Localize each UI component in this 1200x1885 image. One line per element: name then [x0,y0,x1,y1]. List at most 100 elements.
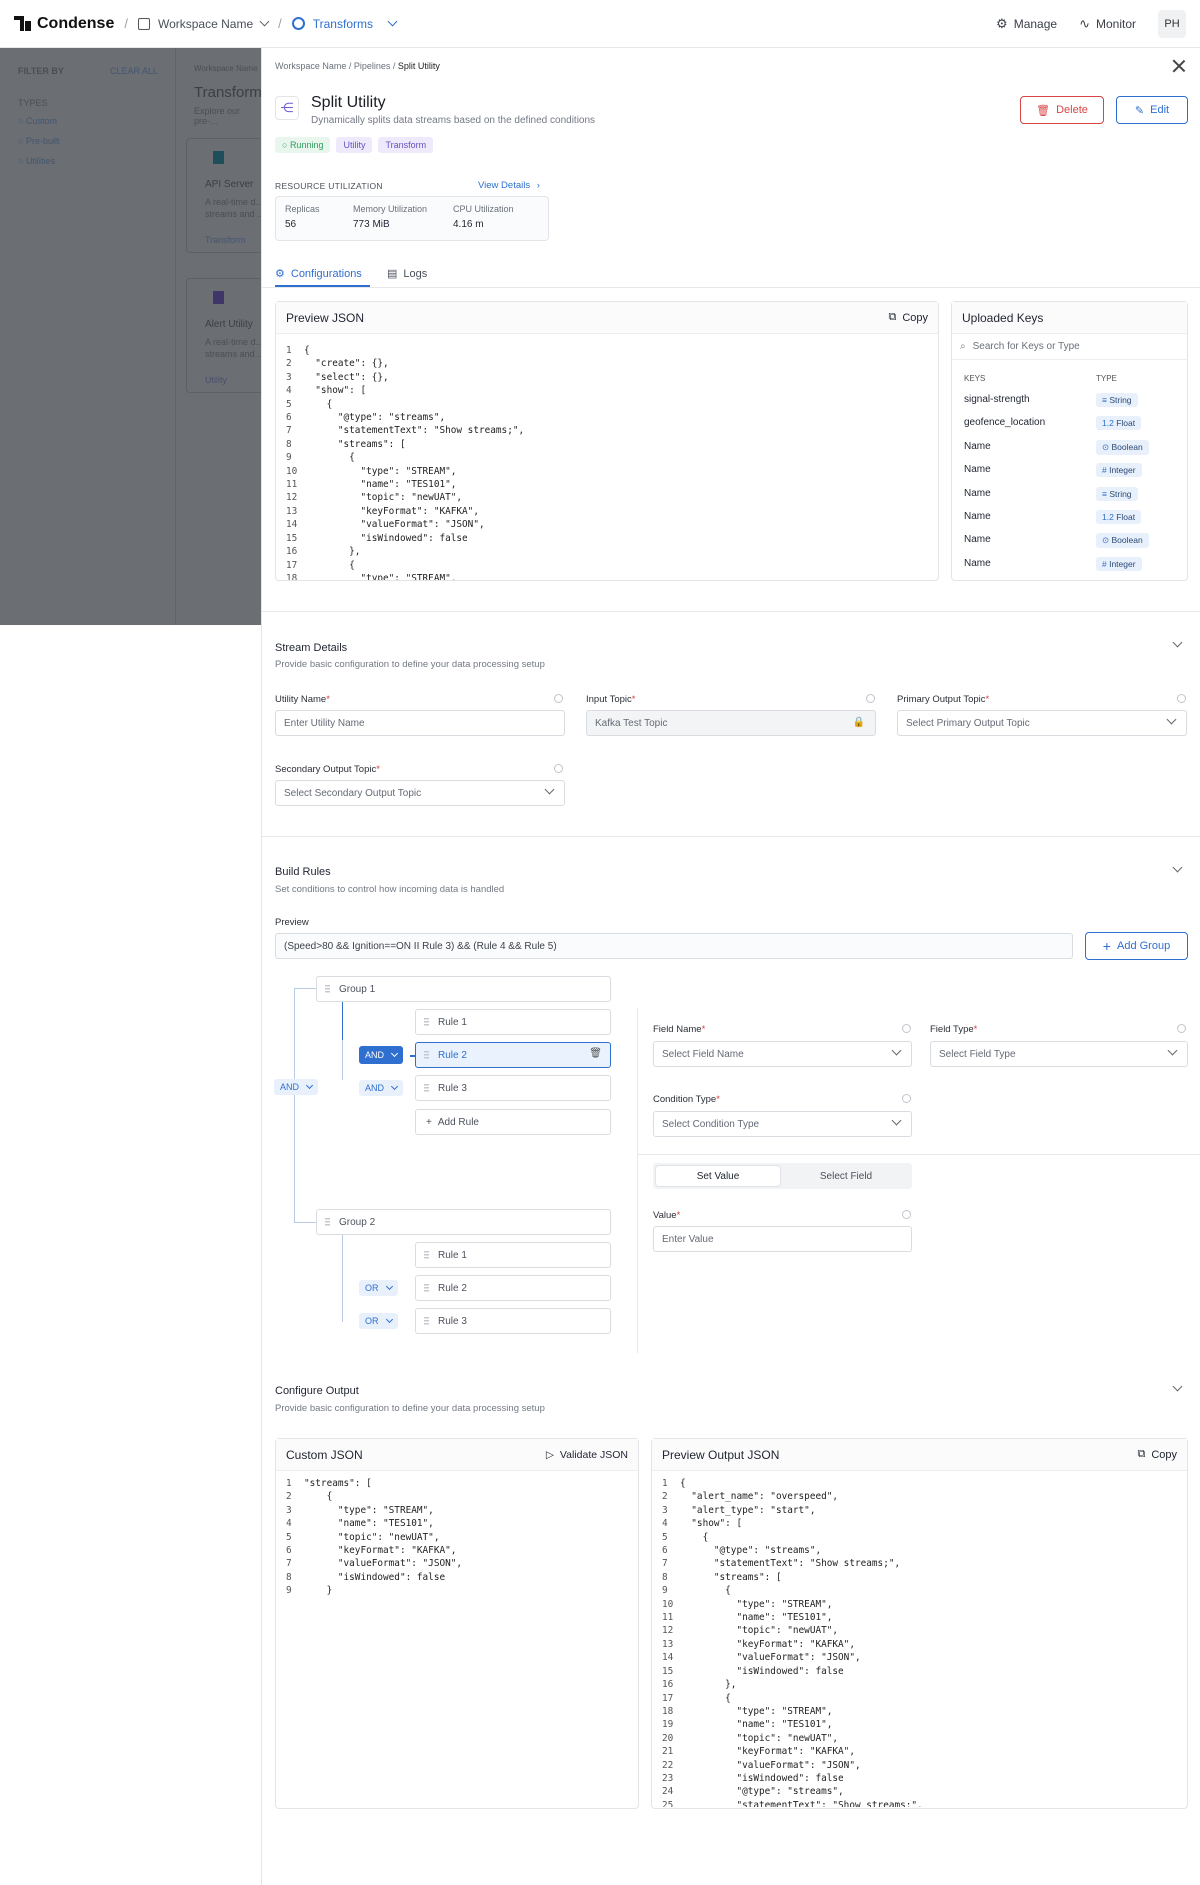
brand-logo[interactable]: Condense [14,15,114,33]
document-icon: ▤ [387,268,398,280]
info-icon[interactable] [554,694,563,703]
code-line: 6 "@type": "streams", [662,1544,1177,1557]
rule-operator-select[interactable]: OR [359,1313,398,1329]
drag-handle-icon[interactable] [325,1218,330,1227]
root-operator-select[interactable]: AND [274,1079,319,1095]
section-selector[interactable]: Transforms [291,17,398,31]
code-text: "keyFormat": "KAFKA", [680,1746,855,1758]
drag-handle-icon[interactable] [424,1317,429,1326]
info-icon[interactable] [1177,694,1186,703]
rule-item[interactable]: Rule 2 [415,1275,611,1301]
key-name[interactable]: Name [964,464,991,475]
avatar[interactable]: PH [1158,9,1186,38]
key-name[interactable]: Name [964,488,991,499]
code-text: "type": "STREAM", [304,465,457,477]
line-number: 14 [286,519,298,531]
rule-item[interactable]: Rule 3 [415,1308,611,1334]
delete-button[interactable]: 🗑 Delete [1020,96,1104,124]
filter-option[interactable]: ○ Utilities [18,156,55,166]
bg-card[interactable]: API Server A real-time d... streams and … [186,138,261,253]
line-number: 18 [662,1705,674,1717]
collapse-chevron-icon[interactable] [1172,637,1183,648]
manage-nav-link[interactable]: ⚙ Manage [996,16,1057,32]
collapse-chevron-icon[interactable] [1172,862,1183,873]
add-rule-button[interactable]: + Add Rule [415,1109,611,1135]
add-group-button[interactable]: + Add Group [1085,932,1188,960]
key-name[interactable]: Name [964,511,991,522]
set-value-option[interactable]: Set Value [656,1166,780,1186]
info-icon[interactable] [902,1210,911,1219]
rule-operator-select[interactable]: OR [359,1280,398,1296]
field-type-select[interactable]: Select Field Type [930,1041,1188,1067]
workspace-selector[interactable]: Workspace Name [137,17,270,31]
card-icon [213,291,224,304]
keys-search-input[interactable]: ⌕ Search for Keys or Type [952,334,1187,360]
code-line: 1 "streams": [ [286,1477,628,1490]
collapse-chevron-icon[interactable] [1172,1381,1183,1392]
drag-handle-icon[interactable] [325,985,330,994]
info-icon[interactable] [902,1094,911,1103]
edit-button[interactable]: ✎ Edit [1116,96,1188,124]
group-1-header[interactable]: Group 1 [316,976,611,1002]
validate-json-button[interactable]: ▷ Validate JSON [546,1449,628,1461]
rule-item[interactable]: Rule 1 [415,1009,611,1035]
code-line: 21 "keyFormat": "KAFKA", [662,1745,1177,1758]
trash-icon[interactable]: 🗑 [589,1048,602,1059]
view-details-link[interactable]: View Details › [478,180,540,191]
monitor-nav-link[interactable]: ∿ Monitor [1079,16,1136,32]
manage-label: Manage [1013,16,1058,31]
field-name-select[interactable]: Select Field Name [653,1041,912,1067]
clear-all-link[interactable]: CLEAR ALL [110,66,158,76]
json-code-view[interactable]: 1{2 "create": {}, 3 "select": {}, 4 "show"… [276,334,938,580]
output-json-view[interactable]: 1{2 "alert_name": "overspeed", 3 "alert_t… [652,1471,1187,1807]
condition-type-select[interactable]: Select Condition Type [653,1111,912,1137]
value-mode-toggle: Set Value Select Field [653,1163,912,1189]
code-line: 17 { [286,559,928,572]
group-2-header[interactable]: Group 2 [316,1209,611,1235]
bg-card[interactable]: Alert Utility A real-time d... streams a… [186,278,261,393]
select-field-option[interactable]: Select Field [784,1166,908,1186]
code-text: "@type": "streams", [680,1786,844,1798]
rule-item-selected[interactable]: Rule 2 🗑 [415,1042,611,1068]
code-line: 9 } [286,1584,628,1597]
tab-configurations[interactable]: ⚙ Configurations [275,267,362,281]
rule-item[interactable]: Rule 3 [415,1075,611,1101]
custom-json-editor[interactable]: 1 "streams": [2 {3 "type": "STREAM", 4 "na… [276,1471,638,1805]
metric-label: Replicas [285,204,320,214]
filter-option[interactable]: ○ Custom [18,116,57,126]
breadcrumb-link[interactable]: Workspace Name [275,61,346,71]
filter-option[interactable]: ○ Pre-built [18,136,59,146]
breadcrumb-link[interactable]: Pipelines [354,61,391,71]
rule-operator-select[interactable]: AND [359,1046,404,1064]
key-name[interactable]: Name [964,558,991,569]
key-name[interactable]: Name [964,441,991,452]
info-icon[interactable] [1177,1024,1186,1033]
value-input[interactable]: Enter Value [653,1226,912,1252]
info-icon[interactable] [866,694,875,703]
key-name[interactable]: signal-strength [964,394,1030,405]
dimmed-background-page[interactable]: FILTER BY CLEAR ALL TYPES ○ Custom ○ Pre… [0,48,261,625]
drag-handle-icon[interactable] [424,1051,429,1060]
utility-name-input[interactable]: Enter Utility Name [275,710,565,736]
copy-button[interactable]: ⧉ Copy [888,311,928,324]
drag-handle-icon[interactable] [424,1284,429,1293]
info-icon[interactable] [554,764,563,773]
key-name[interactable]: Name [964,534,991,545]
close-icon[interactable] [1172,59,1186,73]
copy-button[interactable]: ⧉ Copy [1137,1448,1177,1461]
rule-operator-select[interactable]: AND [359,1080,404,1096]
secondary-output-select[interactable]: Select Secondary Output Topic [275,780,565,806]
key-name[interactable]: geofence_location [964,417,1045,428]
info-icon[interactable] [902,1024,911,1033]
drag-handle-icon[interactable] [424,1084,429,1093]
primary-output-select[interactable]: Select Primary Output Topic [897,710,1187,736]
drag-handle-icon[interactable] [424,1251,429,1260]
tab-logs[interactable]: ▤ Logs [387,267,427,281]
rule-item[interactable]: Rule 1 [415,1242,611,1268]
trash-icon: 🗑 [1036,104,1051,117]
type-icon: 1.2 [1102,512,1117,522]
key-type-badge: 1.2 Float [1096,510,1142,524]
drag-handle-icon[interactable] [424,1018,429,1027]
code-text: "alert_type": "start", [680,1504,816,1516]
bg-page-title: Transforms [194,84,261,101]
